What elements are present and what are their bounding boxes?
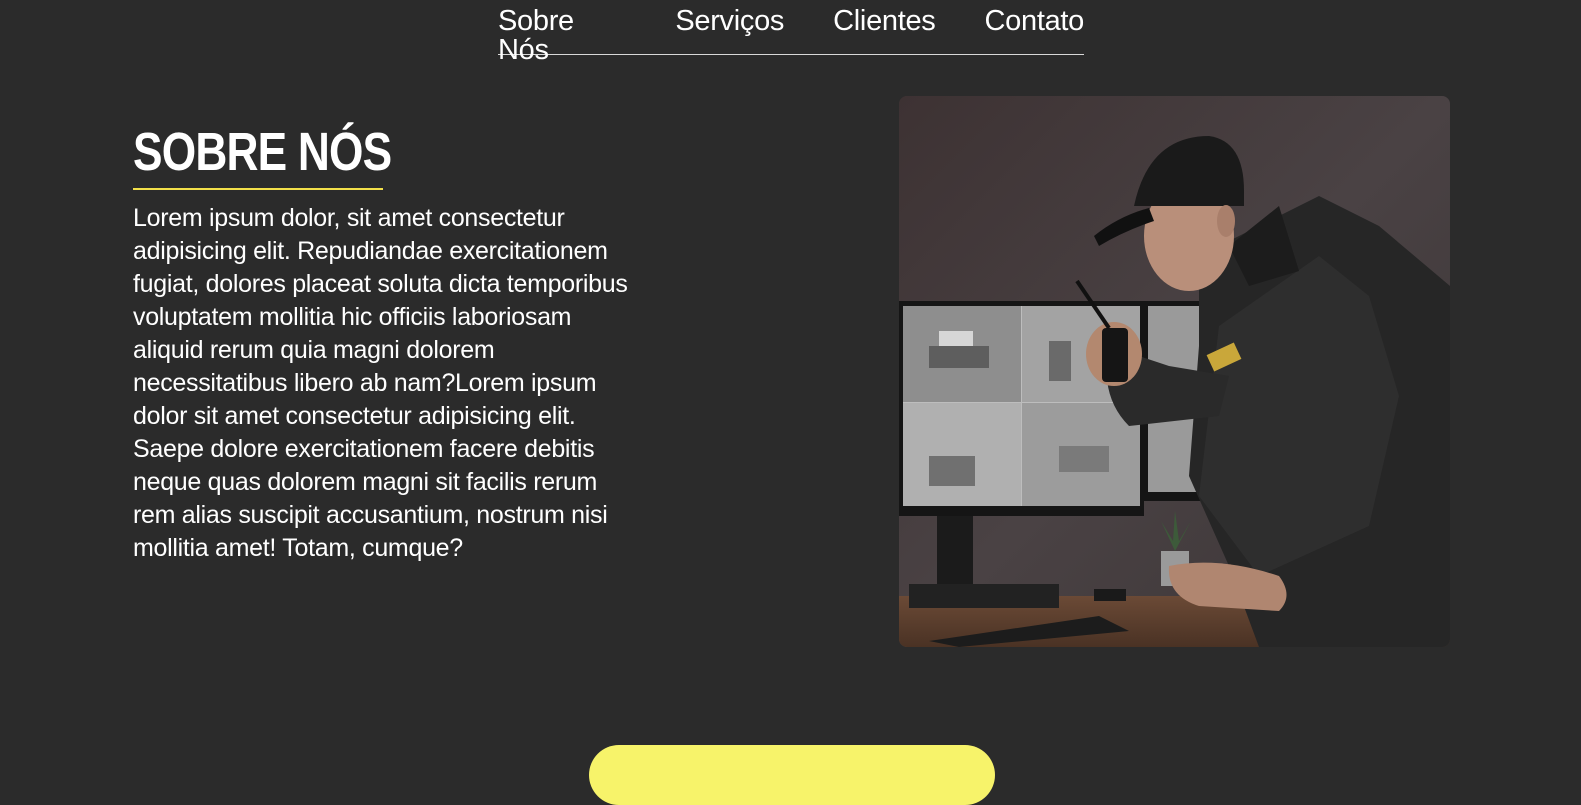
- about-section: SOBRE NÓS Lorem ipsum dolor, sit amet co…: [133, 122, 653, 565]
- about-title: SOBRE NÓS: [133, 122, 392, 182]
- security-guard-photo: [899, 96, 1450, 647]
- nav-link-sobre-nos[interactable]: Sobre Nós: [498, 7, 626, 65]
- about-text: Lorem ipsum dolor, sit amet consectetur …: [133, 204, 628, 562]
- nav-link-servicos[interactable]: Serviços: [675, 7, 784, 36]
- top-nav: Sobre Nós Serviços Clientes Contato: [498, 0, 1085, 65]
- nav-link-contato[interactable]: Contato: [985, 7, 1085, 36]
- cta-button[interactable]: [589, 745, 995, 805]
- nav-link-clientes[interactable]: Clientes: [833, 7, 936, 36]
- title-underline: [133, 188, 383, 190]
